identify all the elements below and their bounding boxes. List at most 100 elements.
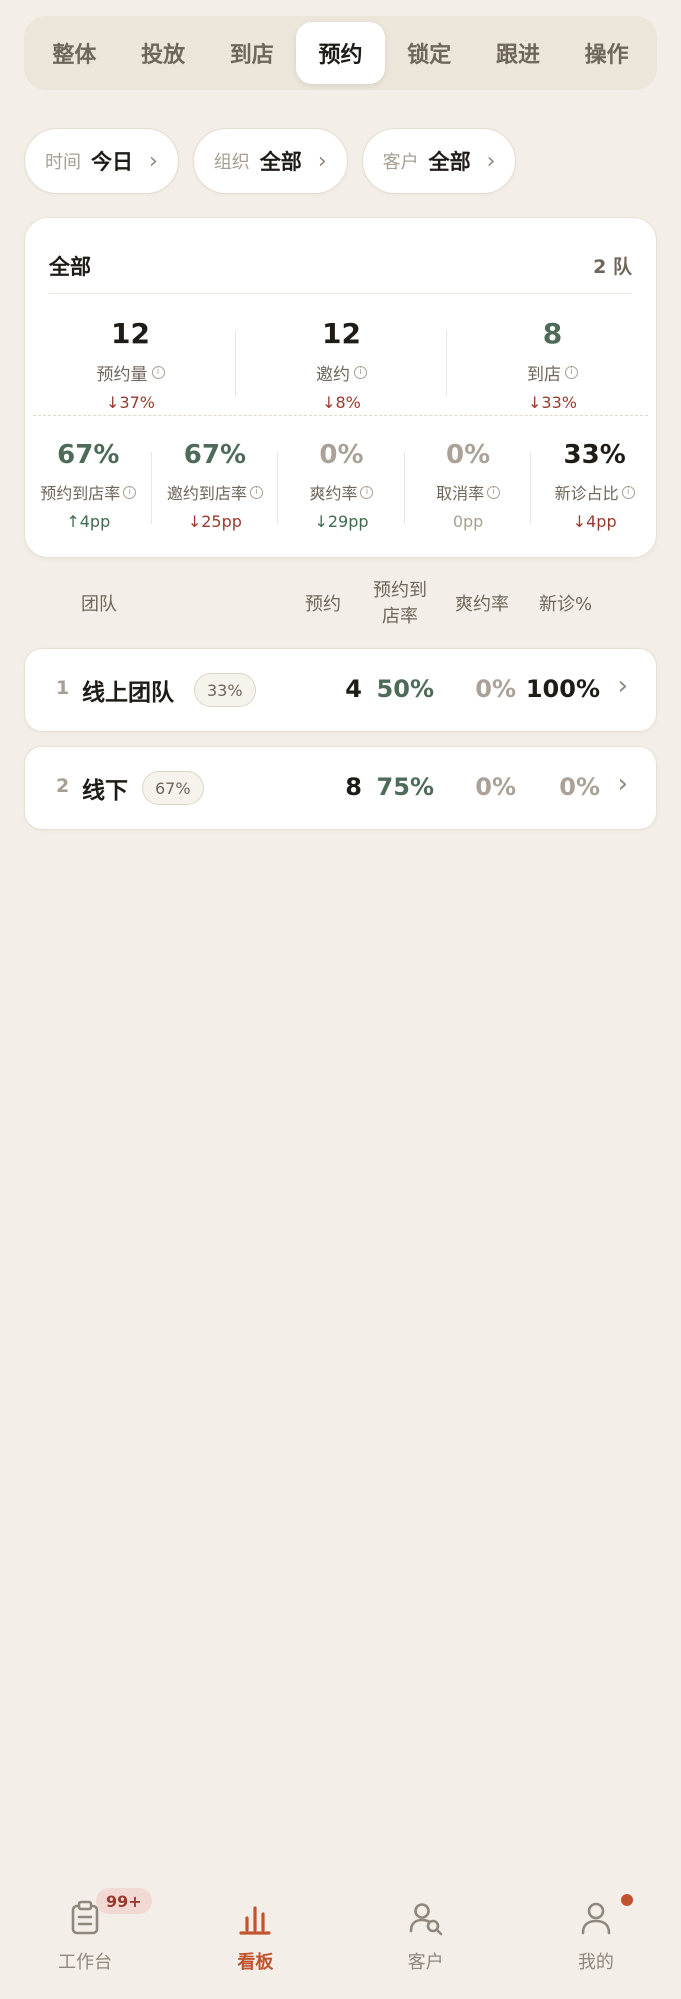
filter-label: 时间 xyxy=(45,152,81,173)
arrival-rate: 50% xyxy=(376,675,434,703)
col-team: 团队 xyxy=(81,594,117,615)
info-icon[interactable]: i xyxy=(354,366,367,379)
stat-label: 邀约 xyxy=(316,365,350,385)
tab-followup[interactable]: 跟进 xyxy=(474,22,563,84)
stat-booking-volume: 12 预约量 i ↓37% xyxy=(25,302,236,412)
filter-bar: 时间 今日 › 组织 全部 › 客户 全部 › xyxy=(24,128,517,194)
summary-card: 全部 2 队 12 预约量 i ↓37% 12 邀约 i ↓8% 8 到店 i … xyxy=(24,217,657,558)
nav-workbench[interactable]: 工作台 99+ xyxy=(0,1860,170,1999)
col-booking: 预约 xyxy=(305,594,341,615)
tab-ads[interactable]: 投放 xyxy=(119,22,208,84)
stat-value: 8 xyxy=(542,317,563,350)
stat-invite-arrival-rate: 67% 邀约到店率 i ↓25pp xyxy=(152,428,279,548)
arrival-rate: 75% xyxy=(376,773,434,801)
team-name: 线上团队 xyxy=(82,680,174,706)
user-icon xyxy=(581,1902,611,1935)
page: 整体 投放 到店 预约 锁定 跟进 操作 时间 今日 › 组织 全部 › 客户 … xyxy=(0,0,681,1999)
col-arrival-rate-line2: 店率 xyxy=(382,606,418,628)
noshow-rate: 0% xyxy=(475,773,516,801)
user-search-icon xyxy=(409,1903,442,1936)
stat-noshow-rate: 0% 爽约率 i ↓29pp xyxy=(278,428,405,548)
nav-customers[interactable]: 客户 xyxy=(341,1860,511,1999)
stat-value: 67% xyxy=(183,440,246,470)
stat-delta: ↓29pp xyxy=(314,512,369,531)
row-index: 2 xyxy=(56,775,70,797)
customer-filter[interactable]: 客户 全部 › xyxy=(361,128,517,194)
info-icon[interactable]: i xyxy=(487,485,501,499)
tab-booking[interactable]: 预约 xyxy=(296,22,385,84)
stat-booking-arrival-rate: 67% 预约到店率 i ↑4pp xyxy=(25,428,152,548)
notification-badge: 99+ xyxy=(96,1888,152,1914)
nav-label: 工作台 xyxy=(58,1952,113,1973)
stat-new-patient-share: 33% 新诊占比 i ↓4pp xyxy=(531,428,658,548)
row-index: 1 xyxy=(56,677,70,699)
dashed-divider xyxy=(33,415,648,416)
stat-delta: 0pp xyxy=(452,512,484,531)
chevron-right-icon: › xyxy=(617,769,628,799)
summary-title: 全部 xyxy=(49,254,91,279)
info-icon[interactable]: i xyxy=(360,485,374,499)
filter-value: 全部 xyxy=(259,150,302,174)
col-arrival-rate: 预约到 店率 xyxy=(369,578,431,630)
stat-delta: ↓37% xyxy=(106,393,155,412)
booking-count: 8 xyxy=(345,773,362,801)
time-filter[interactable]: 时间 今日 › xyxy=(24,128,179,194)
noshow-rate: 0% xyxy=(475,675,516,703)
filter-value: 今日 xyxy=(91,150,133,174)
tab-operation[interactable]: 操作 xyxy=(562,22,651,84)
bottom-nav: 工作台 99+ 看板 客户 我的 xyxy=(0,1860,681,1999)
filter-label: 客户 xyxy=(382,152,419,173)
stat-cancel-rate: 0% 取消率 i 0pp xyxy=(405,428,532,548)
tab-arrival[interactable]: 到店 xyxy=(207,22,296,84)
stat-value: 0% xyxy=(319,440,364,470)
stat-label: 预约到店率 xyxy=(40,484,121,503)
nav-label: 我的 xyxy=(577,1952,614,1973)
team-count: 2 队 xyxy=(593,256,632,278)
chevron-right-icon: › xyxy=(486,148,496,174)
info-icon[interactable]: i xyxy=(249,485,263,499)
summary-header: 全部 2 队 xyxy=(49,238,632,294)
org-filter[interactable]: 组织 全部 › xyxy=(192,128,348,194)
col-noshow-rate: 爽约率 xyxy=(455,594,509,615)
col-new-patient: 新诊% xyxy=(539,594,593,615)
team-row[interactable]: 1 线上团队 33% 4 50% 0% 100% › xyxy=(24,648,657,732)
chevron-right-icon: › xyxy=(617,671,628,701)
col-arrival-rate-line1: 预约到 xyxy=(373,580,427,601)
stat-value: 33% xyxy=(563,440,626,470)
info-icon[interactable]: i xyxy=(621,485,635,499)
stat-delta: ↓33% xyxy=(528,393,577,412)
stat-label: 取消率 xyxy=(436,484,485,503)
info-icon[interactable]: i xyxy=(123,485,137,499)
nav-mine[interactable]: 我的 xyxy=(511,1860,681,1999)
nav-dashboard[interactable]: 看板 xyxy=(170,1860,340,1999)
nav-label: 看板 xyxy=(237,1952,274,1973)
filter-label: 组织 xyxy=(213,152,250,173)
stat-arrivals: 8 到店 i ↓33% xyxy=(447,302,658,412)
tab-overall[interactable]: 整体 xyxy=(30,22,119,84)
stat-delta: ↑4pp xyxy=(66,512,111,531)
info-icon[interactable]: i xyxy=(151,366,165,379)
new-patient-rate: 100% xyxy=(525,675,600,703)
stat-value: 12 xyxy=(111,317,150,350)
stat-label: 到店 xyxy=(527,365,561,385)
volume-stats: 12 预约量 i ↓37% 12 邀约 i ↓8% 8 到店 i ↓33% xyxy=(25,302,658,412)
share-badge: 33% xyxy=(194,673,256,707)
stat-label: 预约量 xyxy=(96,365,148,385)
filter-value: 全部 xyxy=(428,150,471,174)
top-tab-bar: 整体 投放 到店 预约 锁定 跟进 操作 xyxy=(24,16,657,90)
info-icon[interactable]: i xyxy=(565,366,578,379)
tab-lock[interactable]: 锁定 xyxy=(385,22,474,84)
stat-delta: ↓8% xyxy=(322,393,361,412)
stat-invites: 12 邀约 i ↓8% xyxy=(236,302,447,412)
share-badge: 67% xyxy=(142,771,204,805)
unread-dot xyxy=(620,1894,633,1906)
stat-delta: ↓4pp xyxy=(572,512,617,531)
stat-label: 爽约率 xyxy=(309,484,358,503)
booking-count: 4 xyxy=(345,675,362,703)
chevron-right-icon: › xyxy=(317,148,327,174)
team-name: 线下 xyxy=(82,778,128,804)
chevron-right-icon: › xyxy=(149,148,158,174)
team-row[interactable]: 2 线下 67% 8 75% 0% 0% › xyxy=(24,746,657,830)
rate-stats: 67% 预约到店率 i ↑4pp 67% 邀约到店率 i ↓25pp 0% 爽约… xyxy=(25,428,658,548)
new-patient-rate: 0% xyxy=(559,773,600,801)
